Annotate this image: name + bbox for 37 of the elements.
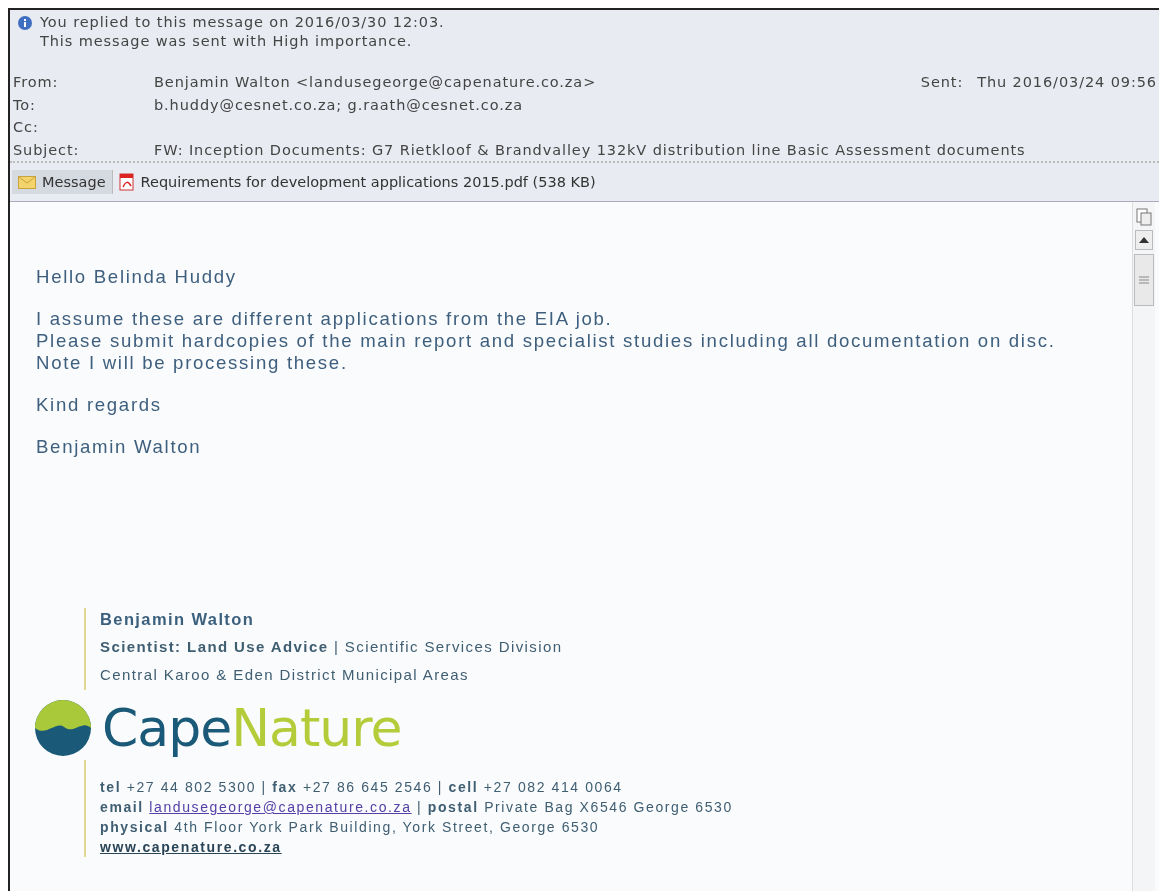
email-link[interactable]: landusegeorge@capenature.co.za	[149, 799, 412, 815]
body-text: Hello Belinda Huddy	[36, 266, 238, 288]
field-value: Benjamin Walton <landusegeorge@capenature.co.za>	[154, 74, 597, 91]
pdf-icon	[118, 173, 135, 191]
envelope-icon	[18, 175, 36, 189]
info-text: You replied to this message on 2016/03/30 12:03.	[40, 14, 445, 30]
contact-line: email landusegeorge@capenature.co.za | postal Private Bag X6546 George 6530	[100, 798, 734, 817]
signature-title: Scientist: Land Use Advice | Scientific Services Division	[100, 637, 564, 657]
message-tab[interactable]: Message	[12, 170, 113, 194]
field-label: From:	[12, 74, 60, 91]
contact-line: tel +27 44 802 5300 | fax +27 86 645 2546 | cell +27 082 414 0064	[100, 778, 624, 797]
body-text: Note I will be processing these.	[36, 352, 349, 374]
field-value: b.huddy@cesnet.co.za; g.raath@cesnet.co.za	[154, 96, 523, 113]
field-value: FW: Inception Documents: G7 Rietkloof & Brandvalley 132kV distribution line Basic Assessment documents	[154, 141, 1026, 158]
signature-area: Central Karoo & Eden District Municipal Areas	[100, 664, 1132, 686]
logo-icon	[34, 699, 92, 757]
info-text: This message was sent with High importance.	[40, 33, 414, 49]
field-label: Sent:	[920, 74, 964, 91]
up-arrow-icon	[1139, 237, 1149, 243]
info-icon	[18, 16, 32, 30]
contact-line: physical 4th Floor York Park Building, York Street, George 6530	[100, 818, 601, 837]
scroll-up-button[interactable]	[1135, 230, 1153, 250]
page-icon[interactable]	[1136, 208, 1152, 226]
field-label: Cc:	[12, 119, 40, 136]
field-label: Subject:	[12, 141, 81, 158]
website-link[interactable]: www.capenature.co.za	[100, 839, 282, 855]
body-text: Benjamin Walton	[36, 436, 203, 458]
body-text: Kind regards	[36, 394, 163, 416]
field-value: Thu 2016/03/24 09:56	[977, 74, 1157, 91]
grip-icon	[1139, 276, 1149, 284]
field-label: To:	[12, 96, 37, 113]
signature-name: Benjamin Walton	[100, 609, 256, 630]
scrollbar-thumb[interactable]	[1134, 254, 1154, 306]
body-text: Please submit hardcopies of the main report and specialist studies including all documentation on disc.	[36, 330, 1057, 352]
attachment-tab[interactable]: Requirements for development applications 2015.pdf (538 KB)	[112, 169, 602, 195]
logo-text: CapeNature	[102, 696, 402, 760]
body-text: I assume these are different applications from the EIA job.	[36, 308, 614, 330]
